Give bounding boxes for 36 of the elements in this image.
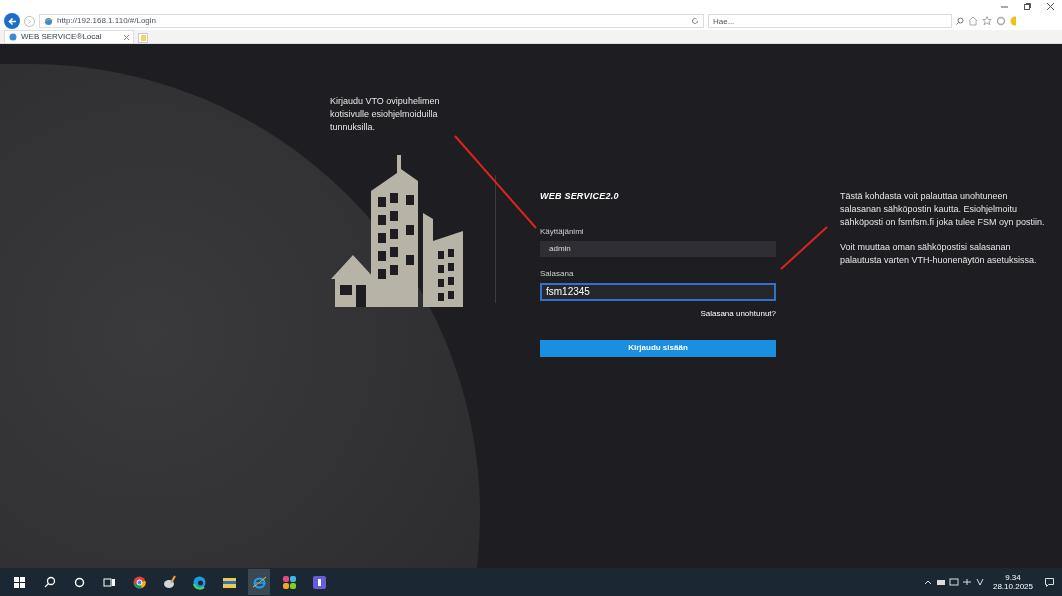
globe-icon [44,16,53,26]
annotation-text: Voit muuttaa oman sähköpostisi salasanan palautusta varten VTH-huonenäytön asetuksissa. [840,241,1038,267]
star-icon[interactable] [982,16,992,26]
annotation-text: Kirjaudu VTO ovipuhelimen kotisivulle esiohjelmoiduilla tunnuksilla. [330,95,441,134]
wave-logo-icon [191,574,207,590]
notification-icon[interactable] [1045,577,1054,587]
browser-e-logo-icon [251,574,267,590]
clock[interactable]: 9.34 28.10.2025 [992,573,1033,591]
login-button[interactable]: Kirjaudu sisään [540,339,776,357]
restore-icon[interactable] [1024,2,1031,10]
tab-title: WEB SERVICE®Local [21,31,103,43]
chrome-logo-icon [131,574,147,590]
login-title: WEB SERVICE2.0 [540,190,620,203]
forgot-password-link[interactable]: Salasana unohtunut? [700,307,776,320]
colored-tiles-icon [281,574,297,590]
search-icon [956,17,964,25]
globe-icon [9,33,17,41]
search-field[interactable]: Hae... [708,14,952,28]
back-button[interactable] [4,13,20,29]
input-field[interactable]: admin [540,240,776,257]
browser-tab[interactable]: WEB SERVICE®Local [4,30,134,43]
close-icon[interactable] [1047,2,1054,10]
leader-line [780,226,828,270]
input-field[interactable]: fsm12345 [540,282,776,301]
field-label: Käyttäjänimi [540,225,585,238]
refresh-icon[interactable] [691,17,699,25]
field-label: Salasana [540,267,575,280]
system-tray-icons-drawing[interactable] [924,578,985,586]
windows-logo-icon [11,574,27,590]
close-icon[interactable] [124,34,129,40]
app-icon [311,574,327,590]
arrow-icon [7,16,17,26]
url-text: http://192.168.1.110/#/Login [57,15,158,27]
annotation-text: Tästä kohdasta voit palauttaa unohtuneen salasanan sähköpostin kautta. Esiohjelmoitu sähköposti on fsmfsm.fi joka tulee FSM oyn postiin. [840,190,1045,229]
address-bar[interactable]: http://192.168.1.110/#/Login [39,14,704,28]
paint-palette-icon [161,574,177,590]
